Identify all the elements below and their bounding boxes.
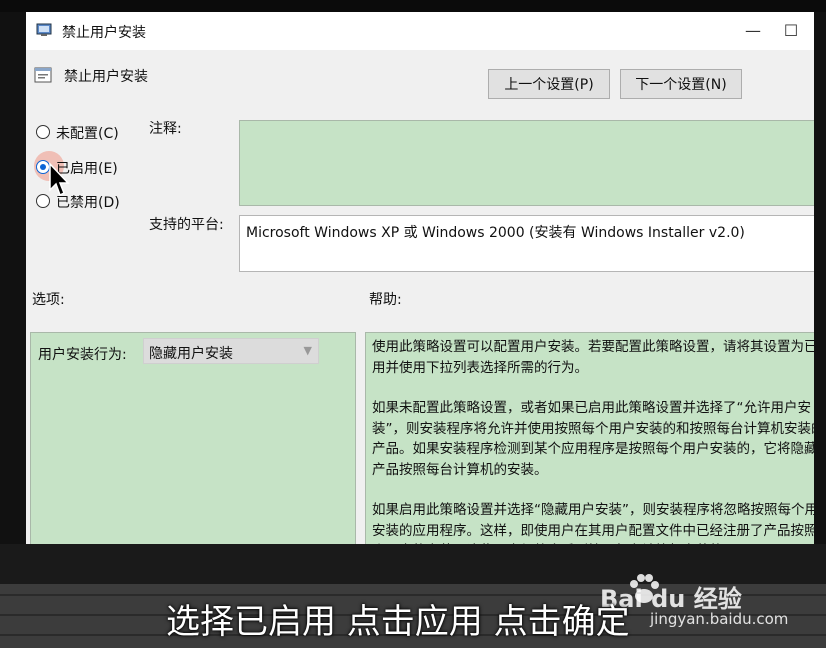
policy-setting-icon — [34, 67, 52, 83]
install-behavior-dropdown[interactable]: 隐藏用户安装 ▼ — [143, 338, 319, 364]
help-paragraph: 如果未配置此策略设置，或者如果已启用此策略设置并选择了“允许用户安装”，则安装程… — [372, 400, 814, 478]
maximize-icon[interactable]: ☐ — [776, 18, 806, 44]
minimize-icon[interactable]: — — [738, 18, 768, 44]
supported-platform-field: Microsoft Windows XP 或 Windows 2000 (安装有… — [239, 215, 814, 272]
install-behavior-label: 用户安装行为: — [38, 347, 127, 363]
help-panel[interactable]: 使用此策略设置可以配置用户安装。若要配置此策略设置，请将其设置为已启用并使用下拉… — [365, 332, 814, 544]
radio-label: 未配置(C) — [56, 126, 119, 142]
top-bezel — [0, 0, 826, 12]
subtitle-caption: 选择已启用 点击应用 点击确定 — [166, 602, 630, 642]
help-paragraph: 使用此策略设置可以配置用户安装。若要配置此策略设置，请将其设置为已启用并使用下拉… — [372, 339, 814, 376]
title-bar: 禁止用户安装 — ☐ — [26, 12, 814, 50]
window-title: 禁止用户安装 — [62, 25, 146, 41]
options-label: 选项: — [32, 292, 65, 308]
help-label: 帮助: — [369, 292, 402, 308]
paw-logo-icon — [630, 574, 659, 603]
previous-setting-button[interactable]: 上一个设置(P) — [488, 69, 610, 99]
next-setting-button[interactable]: 下一个设置(N) — [620, 69, 742, 99]
comment-label: 注释: — [149, 121, 182, 137]
platform-label: 支持的平台: — [149, 217, 224, 233]
mouse-cursor-icon — [49, 162, 70, 197]
policy-editor-window: 禁止用户安装 — ☐ 禁止用户安装 上一个设置(P) 下一个设置(N) 未配置(… — [26, 12, 814, 544]
platform-value: Microsoft Windows XP 或 Windows 2000 (安装有… — [246, 225, 745, 241]
radio-button[interactable] — [36, 125, 50, 139]
help-text: 使用此策略设置可以配置用户安装。若要配置此策略设置，请将其设置为已启用并使用下拉… — [372, 337, 814, 544]
options-panel: 用户安装行为: 隐藏用户安装 ▼ — [30, 332, 356, 544]
chevron-down-icon: ▼ — [303, 344, 312, 357]
help-paragraph: 如果启用此策略设置并选择“隐藏用户安装”，则安装程序将忽略按照每个用户安装的应用… — [372, 502, 814, 544]
comment-textarea[interactable] — [239, 120, 814, 206]
install-behavior-value: 隐藏用户安装 — [149, 346, 233, 362]
policy-window-icon — [36, 23, 52, 36]
watermark-url: jingyan.baidu.com — [650, 610, 789, 628]
policy-name: 禁止用户安装 — [64, 69, 148, 85]
